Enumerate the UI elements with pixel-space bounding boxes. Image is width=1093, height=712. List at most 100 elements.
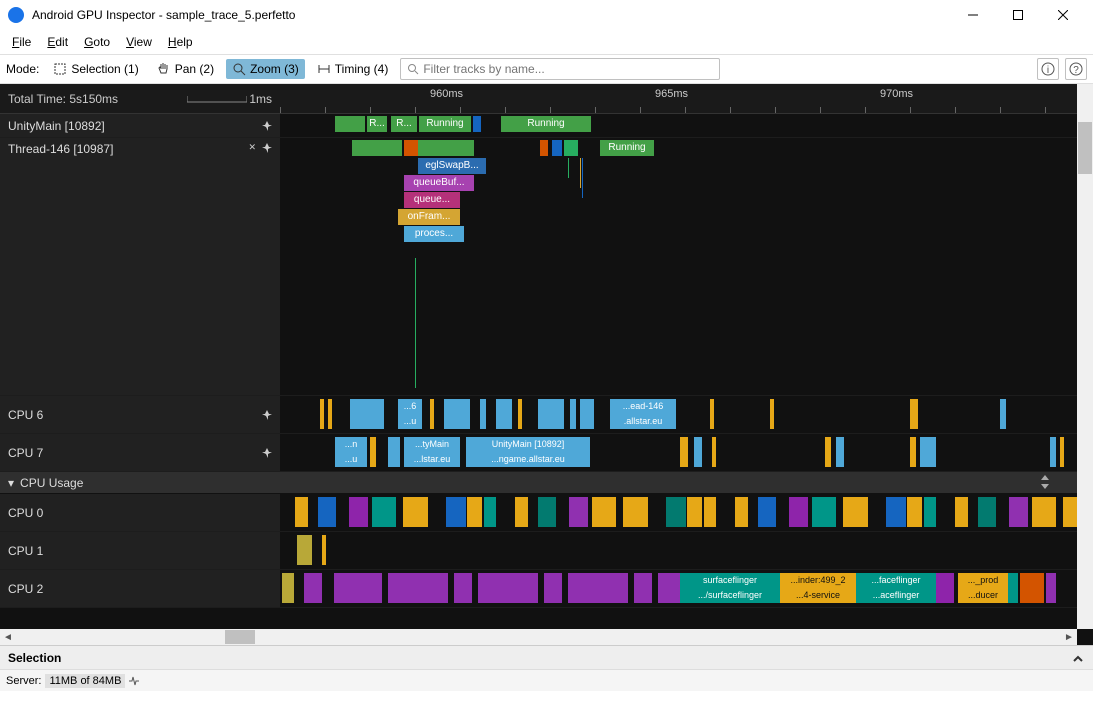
sched-slice[interactable]	[758, 497, 776, 527]
slice[interactable]	[540, 140, 548, 156]
slice[interactable]	[473, 116, 481, 132]
slice[interactable]: R...	[367, 116, 387, 132]
menu-goto[interactable]: Goto	[76, 33, 118, 51]
close-button[interactable]	[1040, 0, 1085, 30]
sched-slice[interactable]	[603, 535, 614, 565]
pan-mode-button[interactable]: Pan (2)	[151, 59, 220, 79]
menu-file[interactable]: File	[4, 33, 39, 51]
sched-slice[interactable]	[993, 535, 1010, 565]
sched-slice[interactable]	[295, 497, 308, 527]
sched-slice[interactable]	[322, 535, 326, 565]
sched-slice[interactable]	[436, 535, 444, 565]
sched-slice[interactable]	[687, 497, 702, 527]
sched-slice[interactable]	[623, 497, 648, 527]
sched-slice[interactable]	[865, 535, 876, 565]
sched-slice[interactable]	[707, 535, 723, 565]
sched-slice[interactable]	[914, 535, 938, 565]
sort-icon[interactable]	[1039, 475, 1051, 489]
track-cpu1[interactable]: CPU 1	[0, 532, 1077, 570]
section-cpu-usage[interactable]: ▾ CPU Usage	[0, 472, 1077, 494]
sched-slice[interactable]	[1009, 497, 1028, 527]
filter-input-wrapper[interactable]	[400, 58, 720, 80]
sched-slice[interactable]	[297, 535, 312, 565]
maximize-button[interactable]	[995, 0, 1040, 30]
sched-slice[interactable]	[1063, 497, 1077, 527]
sched-slice[interactable]	[349, 535, 368, 565]
sched-slice[interactable]	[454, 573, 472, 603]
track-cpu2[interactable]: CPU 2 surfaceflinger.../surfaceflinger .…	[0, 570, 1077, 608]
sched-slice[interactable]	[730, 535, 756, 565]
zoom-mode-button[interactable]: Zoom (3)	[226, 59, 305, 79]
time-ruler[interactable]: Total Time: 5s150ms 1ms 960ms 965ms 970m…	[0, 84, 1077, 114]
vertical-scrollbar[interactable]	[1077, 84, 1093, 629]
sched-slice[interactable]	[847, 535, 864, 565]
sched-slice[interactable]	[403, 497, 428, 527]
sched-slice[interactable]	[544, 535, 570, 565]
stack-slice[interactable]: eglSwapB...	[418, 158, 486, 174]
sched-slice[interactable]	[538, 497, 556, 527]
sched-slice[interactable]	[886, 497, 906, 527]
chevron-up-icon[interactable]	[1071, 653, 1085, 663]
track-cpu0[interactable]: CPU 0	[0, 494, 1077, 532]
sched-slice[interactable]	[759, 535, 773, 565]
sched-slice[interactable]	[938, 535, 962, 565]
selection-mode-button[interactable]: Selection (1)	[47, 59, 144, 79]
sched-slice[interactable]	[880, 535, 886, 565]
sched-slice[interactable]	[544, 573, 562, 603]
sched-slice[interactable]	[569, 497, 588, 527]
sched-slice[interactable]	[518, 535, 540, 565]
sched-slice[interactable]	[623, 535, 637, 565]
stack-slice[interactable]: proces...	[404, 226, 464, 242]
sched-slice[interactable]	[778, 535, 802, 565]
slice[interactable]	[552, 140, 562, 156]
sched-slice[interactable]	[907, 497, 922, 527]
pin-icon[interactable]	[262, 448, 272, 458]
timing-mode-button[interactable]: Timing (4)	[311, 59, 395, 79]
sched-slice[interactable]	[515, 497, 528, 527]
sched-slice[interactable]	[978, 497, 996, 527]
sched-slice[interactable]	[349, 497, 368, 527]
sched-slice[interactable]	[574, 535, 596, 565]
filter-input[interactable]	[423, 62, 713, 76]
sched-slice[interactable]	[634, 573, 652, 603]
info-button[interactable]: i	[1037, 58, 1059, 80]
sched-slice[interactable]	[735, 497, 748, 527]
minimize-button[interactable]	[950, 0, 995, 30]
sched-slice[interactable]	[364, 573, 382, 603]
sched-slice[interactable]	[812, 535, 820, 565]
pin-icon[interactable]	[262, 143, 272, 153]
sched-slice[interactable]	[666, 497, 686, 527]
sched-slice[interactable]: ...ead-146.allstar.eu	[610, 399, 676, 429]
pin-icon[interactable]	[262, 410, 272, 420]
sched-slice[interactable]	[484, 497, 496, 527]
sched-slice[interactable]	[640, 535, 662, 565]
slice[interactable]	[418, 140, 474, 156]
sched-slice[interactable]	[334, 535, 342, 565]
sched-slice[interactable]	[973, 535, 987, 565]
stack-slice[interactable]: queue...	[404, 192, 460, 208]
sched-slice[interactable]	[471, 535, 486, 565]
sched-slice[interactable]	[1066, 535, 1077, 565]
selection-panel-header[interactable]: Selection	[0, 645, 1093, 669]
track-unitymain[interactable]: UnityMain [10892] R...R...RunningRunning	[0, 114, 1077, 138]
sched-slice[interactable]	[497, 535, 508, 565]
scroll-right-arrow[interactable]: ►	[1061, 632, 1077, 643]
sched-slice[interactable]	[304, 573, 322, 603]
sched-slice[interactable]	[478, 573, 508, 603]
sched-slice[interactable]	[377, 535, 392, 565]
slice[interactable]	[404, 140, 418, 156]
slice[interactable]: Running	[501, 116, 591, 132]
sched-slice[interactable]	[467, 497, 482, 527]
pin-icon[interactable]	[262, 121, 272, 131]
sched-slice[interactable]	[318, 497, 336, 527]
sched-slice[interactable]	[352, 573, 364, 603]
slice[interactable]: R...	[391, 116, 417, 132]
slice[interactable]	[335, 116, 365, 132]
slice[interactable]	[352, 140, 402, 156]
menu-view[interactable]: View	[118, 33, 160, 51]
sched-slice[interactable]	[568, 573, 598, 603]
stack-slice[interactable]: queueBuf...	[404, 175, 474, 191]
slice[interactable]: Running	[419, 116, 471, 132]
sched-slice[interactable]	[592, 497, 616, 527]
stack-slice[interactable]: onFram...	[398, 209, 460, 225]
